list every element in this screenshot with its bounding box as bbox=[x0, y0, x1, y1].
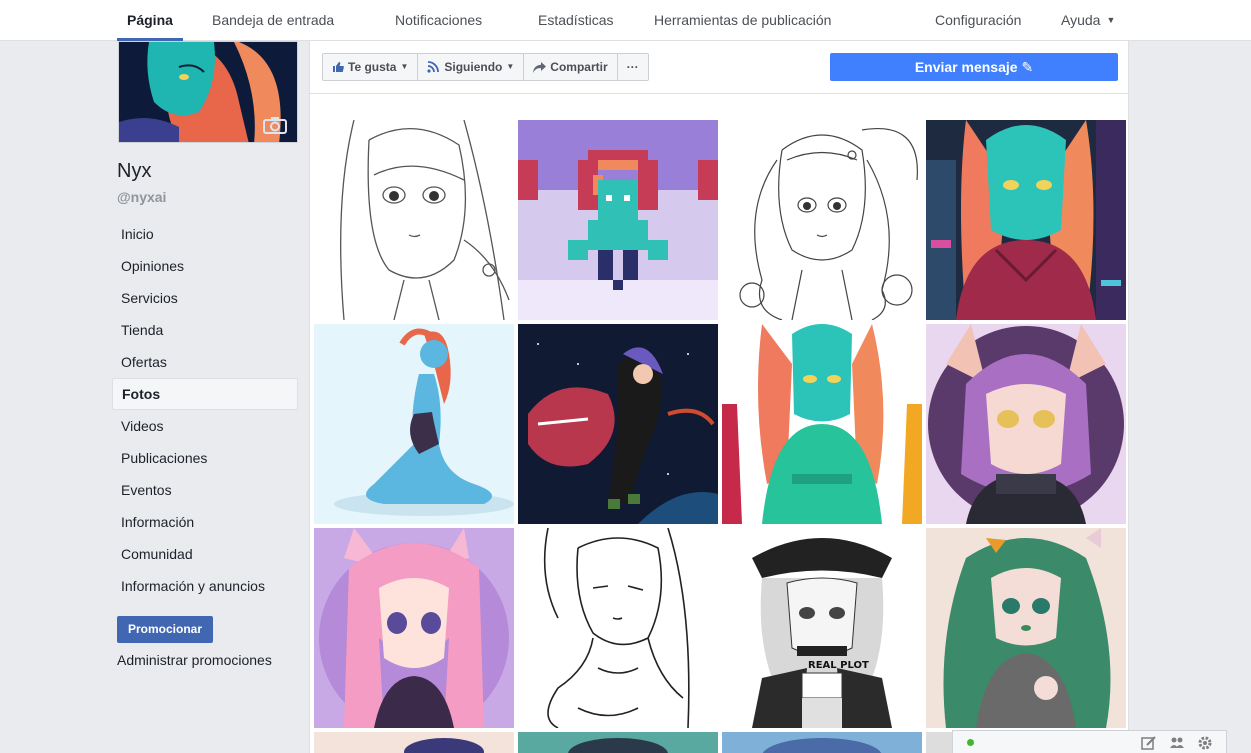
page-name: Nyx bbox=[117, 160, 152, 182]
camera-icon[interactable] bbox=[263, 116, 287, 134]
gear-icon[interactable] bbox=[1197, 735, 1213, 751]
online-status-icon bbox=[967, 739, 974, 746]
photo-row4-1[interactable] bbox=[314, 732, 514, 753]
photo-hoodie-variants-art bbox=[722, 324, 922, 524]
photo-space-shark[interactable] bbox=[518, 324, 718, 524]
sidebar-item-informacion[interactable]: Información bbox=[112, 506, 298, 538]
caret-down-icon: ▼ bbox=[506, 62, 515, 71]
photo-seated-figure[interactable] bbox=[314, 324, 514, 524]
caret-down-icon: ▼ bbox=[1106, 15, 1116, 25]
sidebar-item-info-anuncios[interactable]: Información y anuncios bbox=[112, 570, 298, 602]
following-button[interactable]: Siguiendo ▼ bbox=[418, 54, 525, 80]
photo-row4-2[interactable] bbox=[518, 732, 718, 753]
photo-row4-3[interactable] bbox=[722, 732, 922, 753]
photo-space-shark-art bbox=[518, 324, 718, 524]
sidebar-item-fotos[interactable]: Fotos bbox=[112, 378, 298, 410]
sidebar-item-publicaciones[interactable]: Publicaciones bbox=[112, 442, 298, 474]
photo-pink-catgirl[interactable] bbox=[314, 528, 514, 728]
nav-notifications-tab[interactable]: Notificaciones bbox=[395, 0, 482, 41]
photo-sketch-curly[interactable] bbox=[722, 120, 922, 320]
manage-promotions-link[interactable]: Administrar promociones bbox=[117, 652, 272, 668]
photo-row4-3-art bbox=[722, 732, 922, 753]
pencil-icon: ✎ bbox=[1021, 59, 1034, 75]
photo-hoodie-neon[interactable] bbox=[926, 120, 1126, 320]
share-arrow-icon bbox=[533, 61, 547, 73]
like-button[interactable]: Te gusta ▼ bbox=[323, 54, 419, 80]
nav-stats-tab[interactable]: Estadísticas bbox=[538, 0, 613, 41]
nav-help-label: Ayuda bbox=[1061, 12, 1101, 28]
nav-settings-tab[interactable]: Configuración bbox=[935, 0, 1021, 41]
following-label: Siguiendo bbox=[444, 60, 503, 74]
photo-lineart-portrait[interactable] bbox=[518, 528, 718, 728]
top-navigation: Página Bandeja de entrada Notificaciones… bbox=[0, 0, 1251, 41]
sidebar-item-inicio[interactable]: Inicio bbox=[112, 218, 298, 250]
thumbs-up-icon bbox=[333, 62, 344, 72]
sidebar-item-ofertas[interactable]: Ofertas bbox=[112, 346, 298, 378]
sidebar-item-videos[interactable]: Videos bbox=[112, 410, 298, 442]
sidebar-item-eventos[interactable]: Eventos bbox=[112, 474, 298, 506]
nav-help-menu[interactable]: Ayuda ▼ bbox=[1061, 0, 1115, 41]
photo-hoodie-variants[interactable] bbox=[722, 324, 922, 524]
photo-real-plot[interactable]: REAL PLOT bbox=[722, 528, 922, 728]
sidebar-item-tienda[interactable]: Tienda bbox=[112, 314, 298, 346]
photo-real-plot-art bbox=[722, 528, 922, 728]
photo-purple-catgirl[interactable] bbox=[926, 324, 1126, 524]
photo-pixel-art-art bbox=[518, 120, 718, 320]
sidebar-item-servicios[interactable]: Servicios bbox=[112, 282, 298, 314]
photo-sketch-girl-art bbox=[314, 120, 514, 320]
page-handle[interactable]: @nyxai bbox=[117, 189, 166, 205]
more-options-button[interactable]: ··· bbox=[618, 54, 648, 80]
rss-icon bbox=[427, 61, 440, 73]
like-label: Te gusta bbox=[348, 60, 397, 74]
page-sidebar-menu: Inicio Opiniones Servicios Tienda Oferta… bbox=[112, 218, 298, 602]
group-chat-icon[interactable] bbox=[1169, 735, 1185, 751]
nav-publishing-tools-tab[interactable]: Herramientas de publicación bbox=[654, 0, 831, 41]
send-message-button[interactable]: Enviar mensaje ✎ bbox=[830, 53, 1118, 81]
photo-green-hair-art bbox=[926, 528, 1126, 728]
photo-row4-2-art bbox=[518, 732, 718, 753]
real-plot-caption: REAL PLOT bbox=[808, 660, 869, 671]
photo-pixel-art[interactable] bbox=[518, 120, 718, 320]
chat-bar[interactable] bbox=[952, 730, 1227, 753]
send-message-label: Enviar mensaje bbox=[914, 59, 1018, 75]
nav-page-tab[interactable]: Página bbox=[127, 0, 173, 41]
caret-down-icon: ▼ bbox=[400, 62, 409, 71]
action-bar: Te gusta ▼ Siguiendo ▼ Compartir ··· Env… bbox=[310, 41, 1128, 94]
photo-sketch-curly-art bbox=[722, 120, 922, 320]
promote-button[interactable]: Promocionar bbox=[117, 616, 213, 643]
active-tab-indicator bbox=[117, 38, 183, 41]
sidebar-item-opiniones[interactable]: Opiniones bbox=[112, 250, 298, 282]
profile-picture[interactable] bbox=[118, 41, 298, 143]
share-label: Compartir bbox=[550, 60, 608, 74]
main-content: Te gusta ▼ Siguiendo ▼ Compartir ··· Env… bbox=[309, 41, 1129, 753]
photo-green-hair[interactable] bbox=[926, 528, 1126, 728]
photo-lineart-portrait-art bbox=[518, 528, 718, 728]
new-message-icon[interactable] bbox=[1141, 735, 1157, 751]
share-button[interactable]: Compartir bbox=[524, 54, 618, 80]
photo-pink-catgirl-art bbox=[314, 528, 514, 728]
photo-purple-catgirl-art bbox=[926, 324, 1126, 524]
photo-hoodie-neon-art bbox=[926, 120, 1126, 320]
photo-seated-figure-art bbox=[314, 324, 514, 524]
nav-inbox-tab[interactable]: Bandeja de entrada bbox=[212, 0, 334, 41]
photo-row4-1-art bbox=[314, 732, 514, 753]
photo-sketch-girl[interactable] bbox=[314, 120, 514, 320]
sidebar-item-comunidad[interactable]: Comunidad bbox=[112, 538, 298, 570]
page-actions-group: Te gusta ▼ Siguiendo ▼ Compartir ··· bbox=[322, 53, 649, 81]
